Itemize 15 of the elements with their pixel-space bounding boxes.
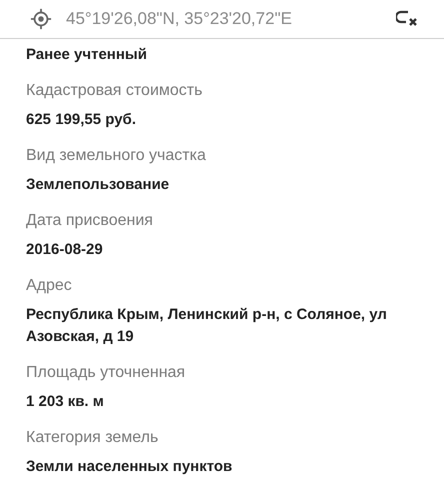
field-value: Республика Крым, Ленинский р-н, с Соляное, ул Азовская, д 19 [26, 305, 388, 347]
location-target-icon [30, 8, 52, 30]
field-label: Категория земель [26, 429, 160, 447]
field-value: Ранее учтенный [26, 45, 148, 65]
field-label: Кадастровая стоимость [26, 82, 204, 100]
field-value: 2016-08-29 [26, 240, 104, 260]
field-value: 1 203 кв. м [26, 392, 105, 412]
field-value: Земли населенных пунктов [26, 457, 234, 477]
coordinates-text: 45°19'26,08"N, 35°23'20,72"E [66, 9, 293, 29]
field-label: Площадь уточненная [26, 364, 186, 382]
field-label: Адрес [26, 277, 73, 295]
field-value: 625 199,55 руб. [26, 110, 137, 130]
field-label: Вид земельного участка [26, 147, 207, 165]
field-label: Дата присвоения [26, 212, 154, 230]
field-value: Землепользование [26, 175, 170, 195]
